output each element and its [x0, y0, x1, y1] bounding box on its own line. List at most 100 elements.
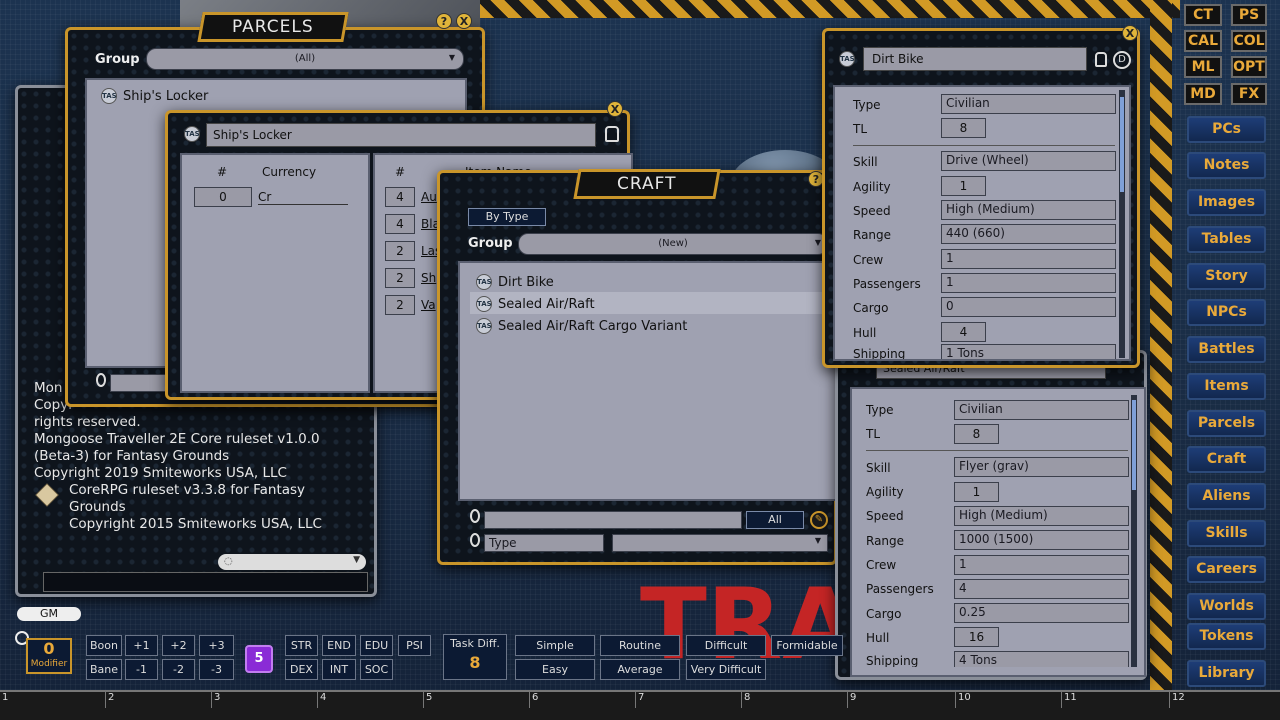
hotkey-label[interactable]: 11 [1064, 692, 1170, 708]
craft-search-input[interactable] [484, 511, 742, 529]
sidebar-item-notes[interactable]: Notes [1187, 152, 1266, 179]
easy-button[interactable]: Easy [515, 659, 595, 680]
stat-value-tl[interactable]: 8 [941, 118, 986, 138]
currency-qty[interactable]: 0 [194, 187, 252, 207]
close-icon[interactable]: X [607, 101, 623, 117]
stat-soc-button[interactable]: SOC [360, 659, 393, 680]
hotkey-label[interactable]: 3 [214, 692, 318, 708]
very-difficult-button[interactable]: Very Difficult [686, 659, 766, 680]
modifier-box[interactable]: 0 Modifier [26, 638, 72, 674]
sidebar-item-worlds[interactable]: Worlds [1187, 593, 1266, 620]
sidebar-item-story[interactable]: Story [1187, 263, 1266, 290]
stat-value-hull[interactable]: 16 [954, 627, 999, 647]
sidebar-item-aliens[interactable]: Aliens [1187, 483, 1266, 510]
stat-end-button[interactable]: END [322, 635, 356, 656]
list-item[interactable]: TAS Sealed Air/Raft Cargo Variant [476, 318, 687, 334]
currency-name[interactable]: Cr [258, 190, 348, 205]
sidebar-item-craft[interactable]: Craft [1187, 446, 1266, 473]
sidebar-item-parcels[interactable]: Parcels [1187, 410, 1266, 437]
stat-value-tl[interactable]: 8 [954, 424, 999, 444]
item-qty[interactable]: 2 [385, 268, 415, 288]
cal-button[interactable]: CAL [1184, 30, 1222, 52]
md-button[interactable]: MD [1184, 83, 1222, 105]
hotkey-label[interactable]: 1 [2, 692, 106, 708]
hotkey-label[interactable]: 12 [1172, 692, 1276, 708]
by-type-button[interactable]: By Type [468, 208, 546, 226]
stat-value-crew[interactable]: 1 [954, 555, 1129, 575]
record-name-field[interactable]: Dirt Bike [863, 47, 1087, 71]
item-qty[interactable]: 2 [385, 295, 415, 315]
list-item[interactable]: TAS Sealed Air/Raft [476, 296, 595, 312]
sidebar-item-items[interactable]: Items [1187, 373, 1266, 400]
sidebar-item-images[interactable]: Images [1187, 189, 1266, 216]
stat-value-agility[interactable]: 1 [941, 176, 986, 196]
minus-two-button[interactable]: -2 [162, 659, 195, 680]
bane-button[interactable]: Bane [86, 659, 122, 680]
scroll-thumb[interactable] [1120, 97, 1124, 192]
routine-button[interactable]: Routine [600, 635, 680, 656]
item-name[interactable]: Sh [421, 271, 436, 285]
stat-value-speed[interactable]: High (Medium) [941, 200, 1116, 220]
lock-icon[interactable] [1095, 52, 1107, 67]
sidebar-item-tables[interactable]: Tables [1187, 226, 1266, 253]
sidebar-item-library[interactable]: Library [1187, 660, 1266, 687]
hotkey-label[interactable]: 6 [532, 692, 636, 708]
average-button[interactable]: Average [600, 659, 680, 680]
hotkey-label[interactable]: 4 [320, 692, 424, 708]
item-name[interactable]: Va [421, 298, 436, 312]
hotkey-label[interactable]: 5 [426, 692, 530, 708]
plus-one-button[interactable]: +1 [125, 635, 158, 656]
stat-value-speed[interactable]: High (Medium) [954, 506, 1129, 526]
item-qty[interactable]: 4 [385, 187, 415, 207]
stat-dex-button[interactable]: DEX [285, 659, 318, 680]
ml-button[interactable]: ML [1184, 56, 1222, 78]
formidable-button[interactable]: Formidable [771, 635, 843, 656]
plus-two-button[interactable]: +2 [162, 635, 195, 656]
sidebar-item-npcs[interactable]: NPCs [1187, 299, 1266, 326]
fx-button[interactable]: FX [1231, 83, 1267, 105]
item-qty[interactable]: 2 [385, 241, 415, 261]
stat-value-cargo[interactable]: 0 [941, 297, 1116, 317]
boon-button[interactable]: Boon [86, 635, 122, 656]
task-difficulty-box[interactable]: Task Diff. 8 [443, 634, 507, 680]
locker-name-field[interactable]: Ship's Locker [206, 123, 596, 147]
stat-value-agility[interactable]: 1 [954, 482, 999, 502]
help-icon[interactable]: ? [436, 13, 452, 29]
lock-icon[interactable] [605, 126, 619, 142]
item-name[interactable]: Au [421, 190, 437, 204]
opt-button[interactable]: OPT [1231, 56, 1267, 78]
stat-value-hull[interactable]: 4 [941, 322, 986, 342]
difficult-button[interactable]: Difficult [686, 635, 766, 656]
chat-mode-selector[interactable]: ◌ ▼ [218, 554, 366, 570]
stat-value-range[interactable]: 1000 (1500) [954, 530, 1129, 550]
hotkey-label[interactable]: 9 [850, 692, 956, 708]
id-icon[interactable]: D [1113, 51, 1131, 69]
stat-value-skill[interactable]: Flyer (grav) [954, 457, 1129, 477]
stat-value-type[interactable]: Civilian [954, 400, 1129, 420]
scroll-thumb[interactable] [1132, 400, 1136, 490]
stat-value-shipping[interactable]: 4 Tons [954, 651, 1129, 667]
stat-edu-button[interactable]: EDU [360, 635, 393, 656]
sidebar-item-pcs[interactable]: PCs [1187, 116, 1266, 143]
sidebar-item-battles[interactable]: Battles [1187, 336, 1266, 363]
stat-str-button[interactable]: STR [285, 635, 318, 656]
ps-button[interactable]: PS [1231, 4, 1267, 26]
sidebar-item-careers[interactable]: Careers [1187, 556, 1266, 583]
stat-int-button[interactable]: INT [322, 659, 356, 680]
simple-button[interactable]: Simple [515, 635, 595, 656]
close-icon[interactable]: X [456, 13, 472, 29]
minus-three-button[interactable]: -3 [199, 659, 234, 680]
plus-three-button[interactable]: +3 [199, 635, 234, 656]
list-item[interactable]: TAS Dirt Bike [476, 274, 554, 290]
item-qty[interactable]: 4 [385, 214, 415, 234]
col-button[interactable]: COL [1231, 30, 1267, 52]
stat-value-passengers[interactable]: 4 [954, 579, 1129, 599]
chat-input[interactable] [43, 572, 368, 592]
stat-value-cargo[interactable]: 0.25 [954, 603, 1129, 623]
stat-value-type[interactable]: Civilian [941, 94, 1116, 114]
close-icon[interactable]: X [1122, 25, 1138, 41]
stat-value-crew[interactable]: 1 [941, 249, 1116, 269]
minus-one-button[interactable]: -1 [125, 659, 158, 680]
die-icon[interactable]: 5 [245, 645, 273, 673]
ct-button[interactable]: CT [1184, 4, 1222, 26]
